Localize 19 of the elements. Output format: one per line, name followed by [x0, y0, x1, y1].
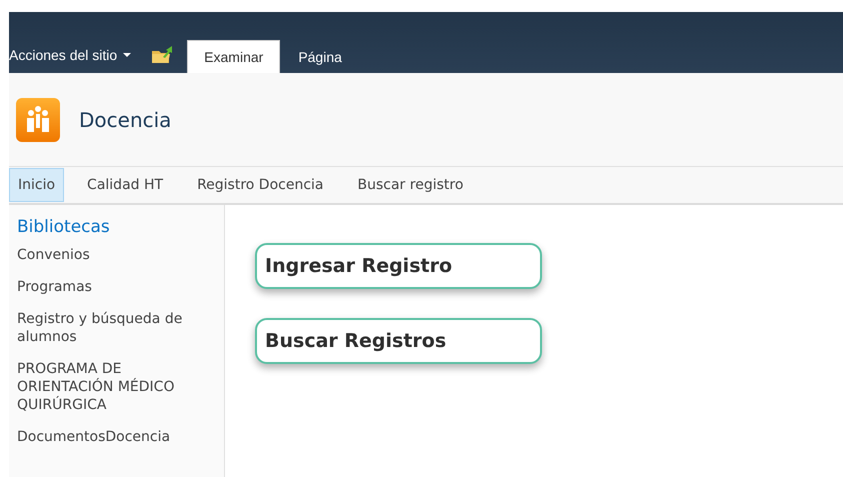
action-button[interactable]: Buscar Registros [255, 318, 542, 364]
sidebar-item[interactable]: PROGRAMA DE ORIENTACIÓN MÉDICO QUIRÚRGICA [17, 360, 216, 414]
people-logo-icon [16, 98, 60, 142]
sidebar-item[interactable]: DocumentosDocencia [17, 428, 216, 446]
sidebar-heading[interactable]: Bibliotecas [17, 217, 216, 237]
site-actions-menu[interactable]: Acciones del sitio [9, 41, 142, 69]
nav-link[interactable]: Buscar registro [348, 168, 472, 202]
folder-upload-icon[interactable] [151, 45, 174, 65]
sidebar-item[interactable]: Convenios [17, 246, 216, 264]
site-title: Docencia [79, 108, 172, 132]
action-button[interactable]: Ingresar Registro [255, 243, 542, 289]
sidebar-item[interactable]: Programas [17, 278, 216, 296]
caret-icon [123, 53, 132, 57]
nav-link[interactable]: Registro Docencia [188, 168, 332, 202]
ribbon-tab[interactable]: Página [282, 40, 358, 73]
nav-link[interactable]: Inicio [9, 168, 64, 202]
sidebar-item[interactable]: Registro y búsqueda de alumnos [17, 310, 216, 346]
ribbon-tab[interactable]: Examinar [187, 40, 280, 73]
nav-link[interactable]: Calidad HT [78, 168, 172, 202]
